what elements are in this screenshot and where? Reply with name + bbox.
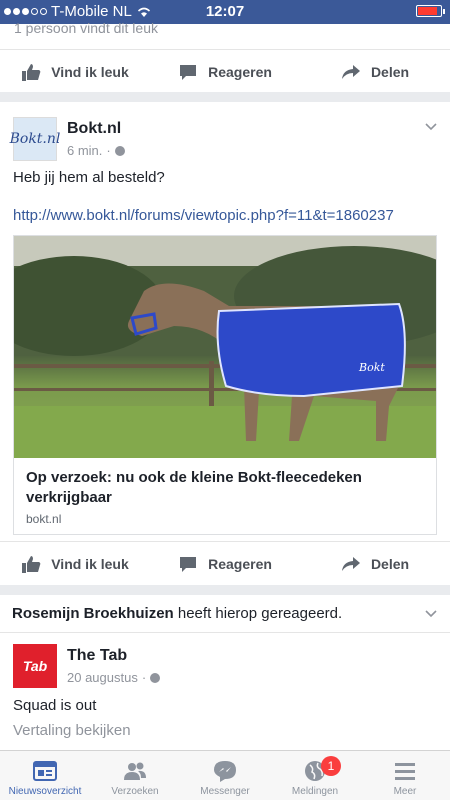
post-time[interactable]: 20 augustus (67, 670, 138, 685)
chevron-down-icon[interactable] (424, 120, 438, 134)
thumbs-up-icon (22, 555, 41, 573)
share-icon (341, 556, 360, 571)
chevron-down-icon[interactable] (424, 607, 438, 621)
tab-label: Meer (393, 786, 417, 797)
share-label: Delen (370, 555, 410, 572)
reacted-user[interactable]: Rosemijn Broekhuizen (12, 605, 174, 622)
link-domain: bokt.nl (26, 512, 62, 526)
comment-label: Reageren (208, 63, 272, 80)
see-translation-link[interactable]: Vertaling bekijken (13, 722, 131, 739)
share-label: Delen (370, 63, 410, 80)
tab-messenger[interactable]: Messenger (180, 751, 270, 800)
tab-more[interactable]: Meer (360, 751, 450, 800)
post-meta: 6 min. · (67, 143, 125, 158)
tab-label: Messenger (200, 786, 250, 797)
post-bokt: Bokt.nl Bokt.nl 6 min. · Heb jij hem al … (0, 102, 450, 585)
public-globe-icon (150, 672, 161, 683)
tab-label: Verzoeken (111, 786, 159, 797)
post-actions: Vind ik leuk Reageren Delen (0, 49, 450, 93)
share-button[interactable]: Delen (300, 542, 450, 585)
post-time[interactable]: 6 min. (67, 143, 102, 158)
bottom-tab-bar: Nieuwsoverzicht Verzoeken Messenger 1 Me… (0, 750, 450, 800)
battery-icon (416, 5, 445, 17)
public-globe-icon (114, 145, 125, 156)
comment-icon (180, 556, 197, 572)
post-the-tab: Rosemijn Broekhuizen heeft hierop gereag… (0, 595, 450, 755)
notification-badge: 1 (321, 756, 341, 776)
tab-label: Nieuwsoverzicht (8, 786, 82, 797)
clock: 12:07 (205, 3, 245, 20)
tab-requests[interactable]: Verzoeken (90, 751, 180, 800)
thumbs-up-icon (22, 63, 41, 81)
like-label: Vind ik leuk (51, 555, 129, 572)
tab-label: Meldingen (291, 786, 339, 797)
post-previous: 1 persoon vindt dit leuk Vind ik leuk Re… (0, 20, 450, 93)
tab-news-feed[interactable]: Nieuwsoverzicht (0, 751, 90, 800)
post-text: Heb jij hem al besteld? (13, 169, 165, 186)
comment-label: Reageren (208, 555, 272, 572)
reaction-header: Rosemijn Broekhuizen heeft hierop gereag… (12, 605, 343, 622)
link-title[interactable]: Op verzoek: nu ook de kleine Bokt-fleece… (14, 458, 436, 508)
friends-icon (124, 762, 146, 780)
avatar[interactable]: Tab (13, 644, 57, 688)
link-preview[interactable]: Bokt Op verzoek: nu ook de kleine Bokt-f… (13, 235, 437, 535)
share-button[interactable]: Delen (300, 50, 450, 93)
like-label: Vind ik leuk (51, 63, 129, 80)
post-author[interactable]: Bokt.nl (67, 120, 125, 138)
share-icon (341, 64, 360, 79)
comment-icon (180, 64, 197, 80)
menu-icon (395, 763, 415, 780)
likes-count[interactable]: 1 persoon vindt dit leuk (14, 20, 158, 36)
svg-text:Bokt: Bokt (358, 361, 385, 374)
like-button[interactable]: Vind ik leuk (0, 50, 150, 93)
post-author[interactable]: The Tab (67, 647, 160, 665)
post-text: Squad is out (13, 697, 97, 714)
tab-notifications[interactable]: 1 Meldingen (270, 751, 360, 800)
post-actions: Vind ik leuk Reageren Delen (0, 541, 450, 585)
post-link[interactable]: http://www.bokt.nl/forums/viewtopic.php?… (13, 207, 394, 224)
like-button[interactable]: Vind ik leuk (0, 542, 150, 585)
link-image[interactable]: Bokt (14, 236, 436, 458)
comment-button[interactable]: Reageren (150, 542, 300, 585)
news-feed-icon (33, 761, 57, 781)
post-meta: 20 augustus · (67, 670, 161, 685)
comment-button[interactable]: Reageren (150, 50, 300, 93)
avatar[interactable]: Bokt.nl (10, 117, 60, 161)
messenger-icon (214, 761, 236, 782)
